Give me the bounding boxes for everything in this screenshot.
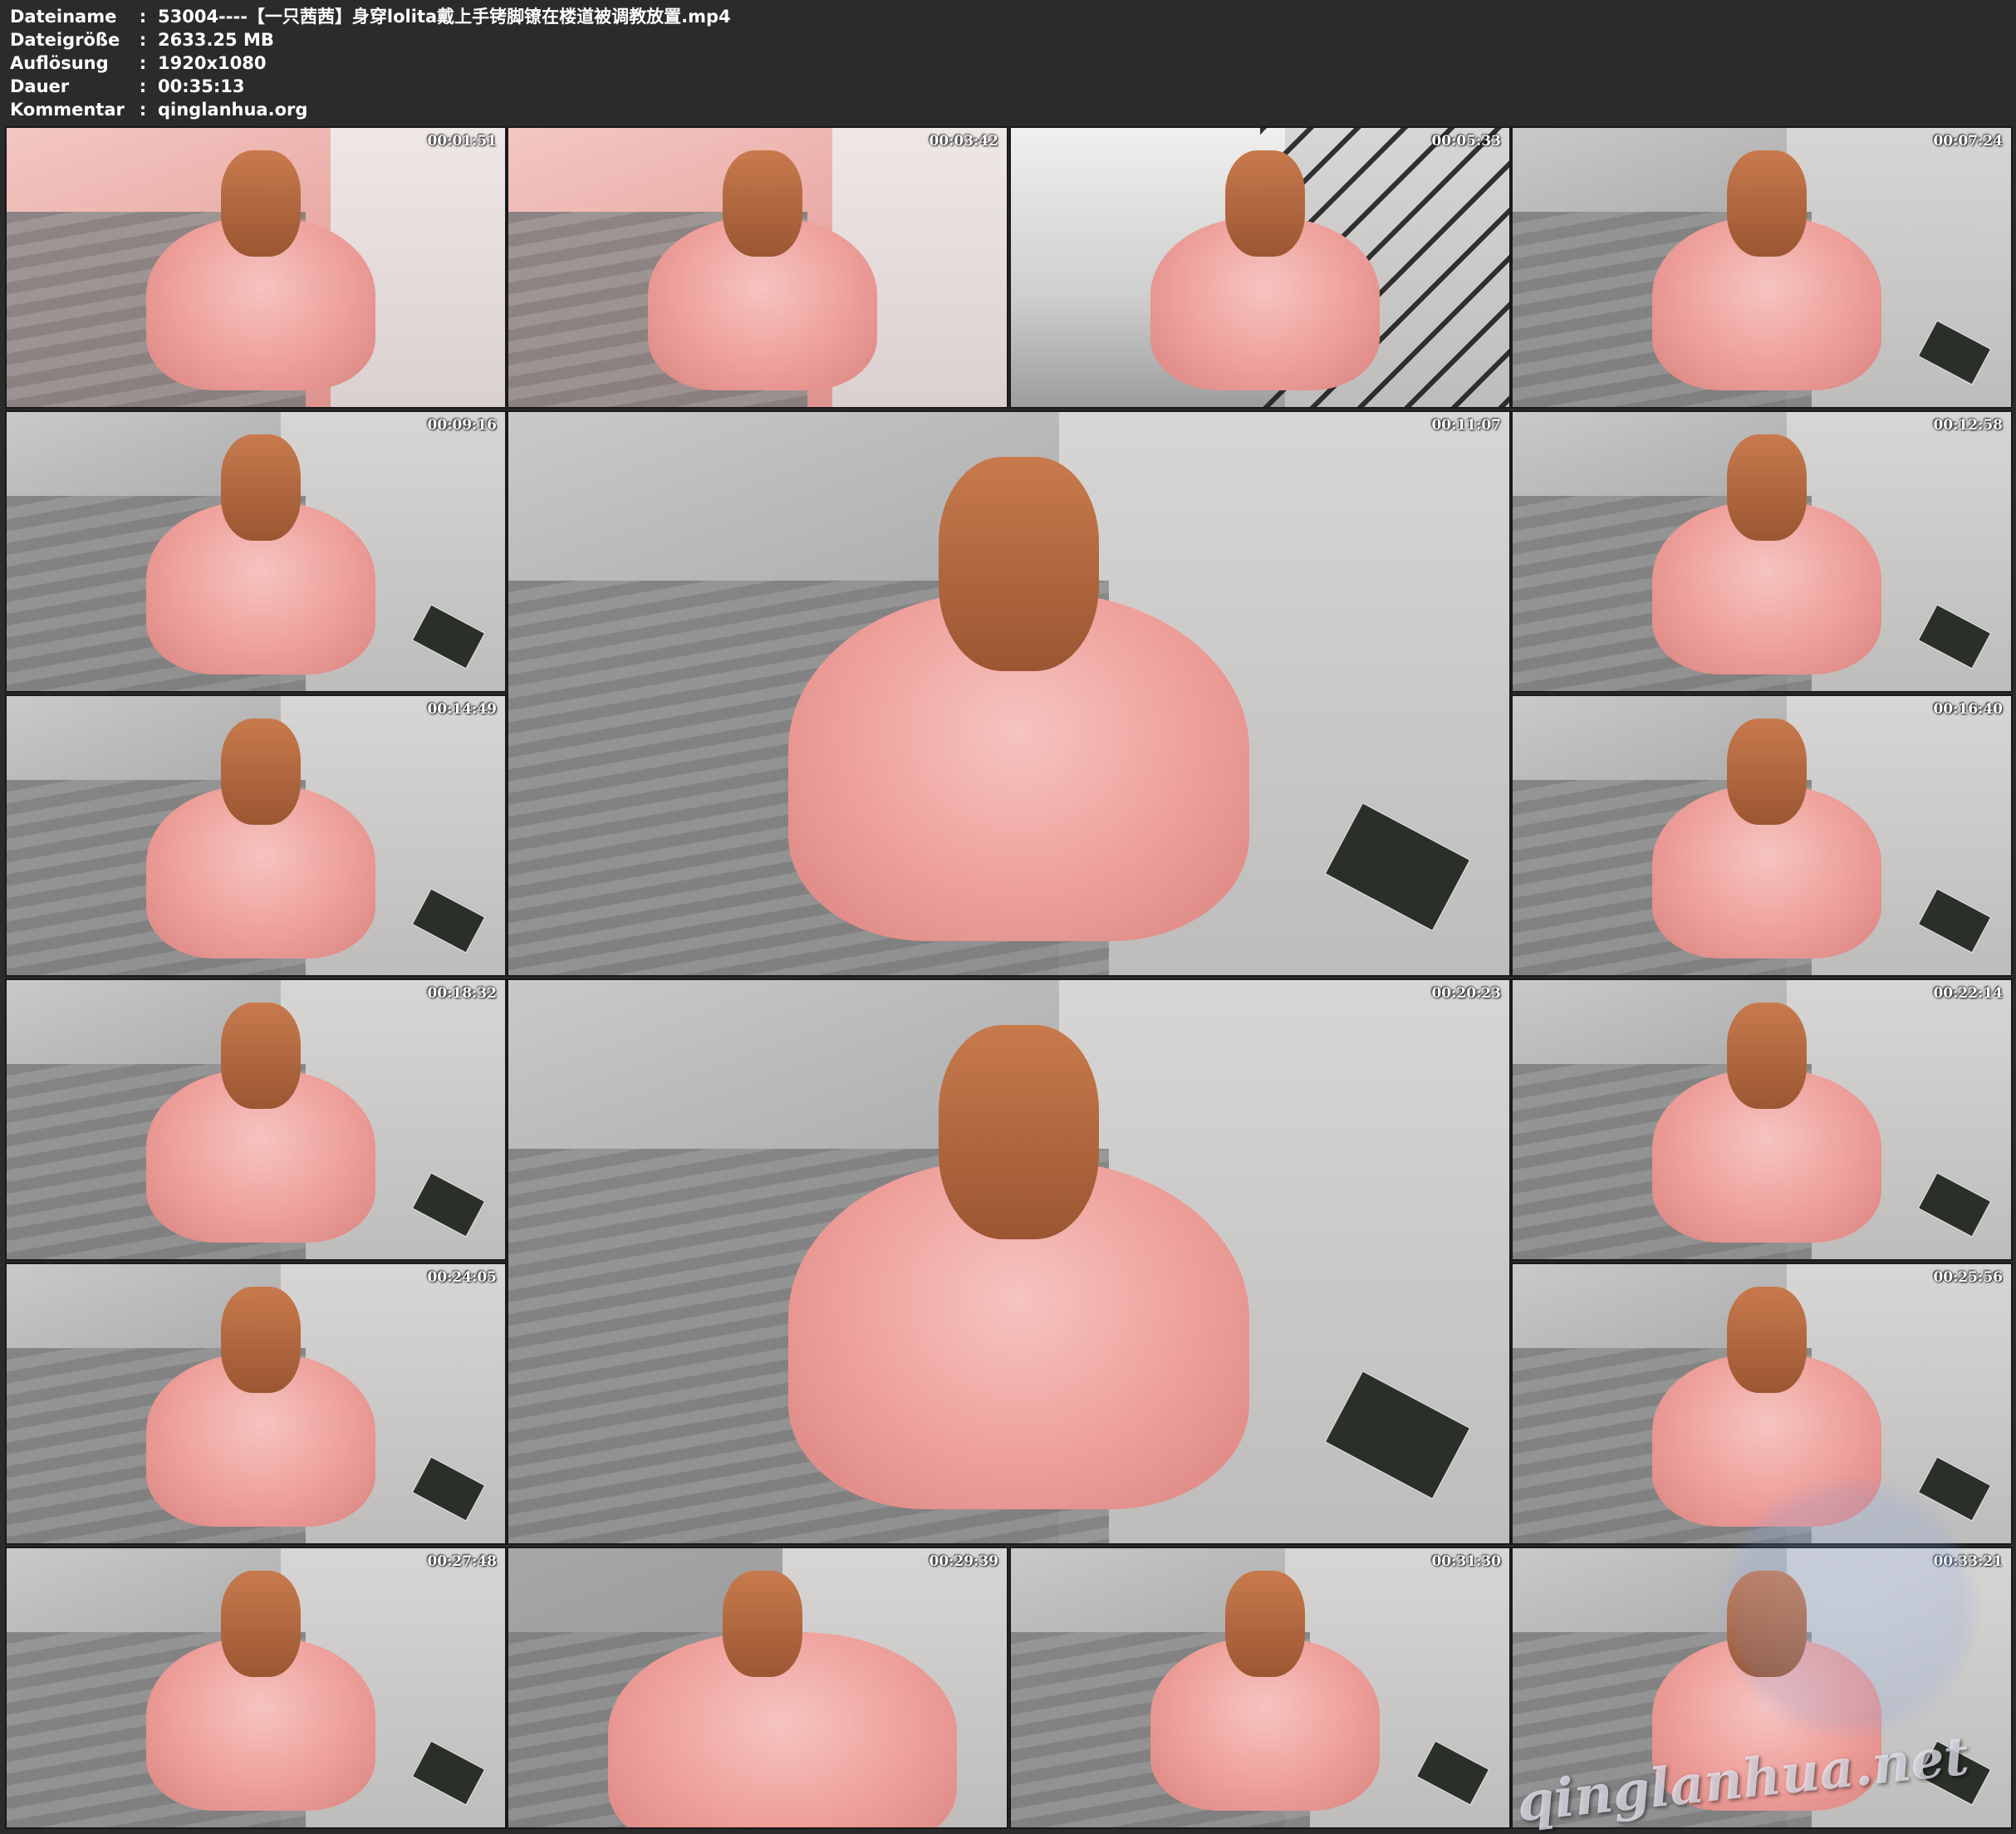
scene-hair	[723, 150, 802, 257]
thumbnail-image	[1011, 128, 1509, 407]
scene-hair	[221, 434, 301, 541]
thumbnail-timestamp: 00:27:48	[427, 1553, 497, 1570]
video-thumbnail[interactable]: 00:27:48	[5, 1547, 507, 1829]
thumbnail-image	[1011, 1548, 1509, 1827]
video-thumbnail[interactable]: 00:07:24	[1511, 126, 2013, 409]
metadata-key: Dateiname	[10, 7, 117, 27]
thumbnail-image	[7, 1264, 505, 1543]
thumbnail-image	[7, 980, 505, 1259]
thumbnail-timestamp: 00:16:40	[1933, 701, 2003, 718]
video-thumbnail[interactable]: 00:05:33	[1009, 126, 1511, 409]
watermark-logo-icon	[1717, 1475, 1983, 1741]
scene-hair	[221, 150, 301, 257]
metadata-colon: :	[139, 53, 147, 73]
thumbnail-image	[508, 1548, 1007, 1827]
video-thumbnail[interactable]: 00:22:14	[1511, 978, 2013, 1261]
metadata-row-resolution: Auflösung : 1920x1080	[10, 51, 731, 75]
scene-hair	[1727, 1286, 1807, 1393]
metadata-value: 2633.25 MB	[158, 30, 274, 50]
video-thumbnail[interactable]: 00:24:05	[5, 1263, 507, 1545]
thumbnail-image	[1513, 1264, 2011, 1543]
thumbnail-grid: 00:01:51 00:03:42 00:05:33 00:07:24 00:09:16…	[5, 126, 2015, 1829]
metadata-row-comment: Kommentar : qinglanhua.org	[10, 98, 731, 121]
thumbnail-image	[1513, 412, 2011, 691]
metadata-value: 1920x1080	[158, 53, 267, 73]
thumbnail-image	[508, 128, 1007, 407]
thumbnail-timestamp: 00:24:05	[427, 1269, 497, 1286]
thumbnail-timestamp: 00:29:39	[929, 1553, 998, 1570]
thumbnail-timestamp: 00:18:32	[427, 985, 497, 1002]
scene-hair	[723, 1570, 802, 1677]
scene-hair	[221, 1002, 301, 1109]
metadata-key: Kommentar	[10, 100, 125, 120]
metadata-row-filesize: Dateigröße : 2633.25 MB	[10, 28, 731, 51]
video-thumbnail[interactable]: 00:18:32	[5, 978, 507, 1261]
video-thumbnail[interactable]: 00:01:51	[5, 126, 507, 409]
thumbnail-image	[7, 128, 505, 407]
scene-hair	[1727, 718, 1807, 825]
scene-hair	[221, 1286, 301, 1393]
thumbnail-timestamp: 00:05:33	[1431, 133, 1501, 150]
file-metadata: Dateiname : 53004----【一只茜茜】身穿lolita戴上手铐脚…	[10, 5, 731, 121]
thumbnail-timestamp: 00:09:16	[427, 417, 497, 434]
scene-hair	[1727, 434, 1807, 541]
metadata-row-filename: Dateiname : 53004----【一只茜茜】身穿lolita戴上手铐脚…	[10, 5, 731, 28]
thumbnail-timestamp: 00:12:58	[1933, 417, 2003, 434]
scene-hair	[1727, 1002, 1807, 1109]
video-thumbnail[interactable]: 00:14:49	[5, 694, 507, 977]
metadata-key: Dateigröße	[10, 30, 120, 50]
thumbnail-image	[7, 696, 505, 975]
thumbnail-timestamp: 00:25:56	[1933, 1269, 2003, 1286]
thumbnail-timestamp: 00:11:07	[1431, 417, 1501, 434]
video-thumbnail[interactable]: 00:11:07	[507, 410, 1511, 977]
thumbnail-image	[7, 412, 505, 691]
metadata-key: Auflösung	[10, 53, 109, 73]
video-thumbnail[interactable]: 00:09:16	[5, 410, 507, 693]
thumbnail-image	[1513, 980, 2011, 1259]
metadata-colon: :	[139, 7, 147, 27]
metadata-value: 53004----【一只茜茜】身穿lolita戴上手铐脚镣在楼道被调教放置.mp…	[158, 7, 731, 27]
thumbnail-image	[1513, 128, 2011, 407]
video-thumbnail[interactable]: 00:20:23	[507, 978, 1511, 1545]
video-thumbnail[interactable]: 00:16:40	[1511, 694, 2013, 977]
thumbnail-timestamp: 00:07:24	[1933, 133, 2003, 150]
metadata-colon: :	[139, 100, 147, 120]
thumbnail-timestamp: 00:14:49	[427, 701, 497, 718]
metadata-value: 00:35:13	[158, 76, 245, 96]
video-thumbnail[interactable]: 00:12:58	[1511, 410, 2013, 693]
video-thumbnail[interactable]: 00:31:30	[1009, 1547, 1511, 1829]
thumbnail-image	[7, 1548, 505, 1827]
video-thumbnail[interactable]: 00:29:39	[507, 1547, 1008, 1829]
video-thumbnail[interactable]: 00:25:56	[1511, 1263, 2013, 1545]
thumbnail-timestamp: 00:01:51	[427, 133, 497, 150]
scene-hair	[1225, 1570, 1305, 1677]
scene-hair	[221, 718, 301, 825]
thumbnail-image	[508, 980, 1509, 1543]
scene-hair	[939, 457, 1099, 671]
thumbnail-timestamp: 00:22:14	[1933, 985, 2003, 1002]
scene-hair	[1727, 150, 1807, 257]
metadata-colon: :	[139, 76, 147, 96]
thumbnail-image	[1513, 696, 2011, 975]
thumbnail-timestamp: 00:20:23	[1431, 985, 1501, 1002]
thumbnail-timestamp: 00:03:42	[929, 133, 998, 150]
scene-hair	[221, 1570, 301, 1677]
metadata-key: Dauer	[10, 76, 70, 96]
scene-hair	[1225, 150, 1305, 257]
metadata-colon: :	[139, 30, 147, 50]
metadata-row-duration: Dauer : 00:35:13	[10, 75, 731, 98]
metadata-value: qinglanhua.org	[158, 100, 308, 120]
thumbnail-timestamp: 00:31:30	[1431, 1553, 1501, 1570]
video-thumbnail[interactable]: 00:03:42	[507, 126, 1008, 409]
scene-hair	[939, 1025, 1099, 1239]
thumbnail-image	[508, 412, 1509, 975]
